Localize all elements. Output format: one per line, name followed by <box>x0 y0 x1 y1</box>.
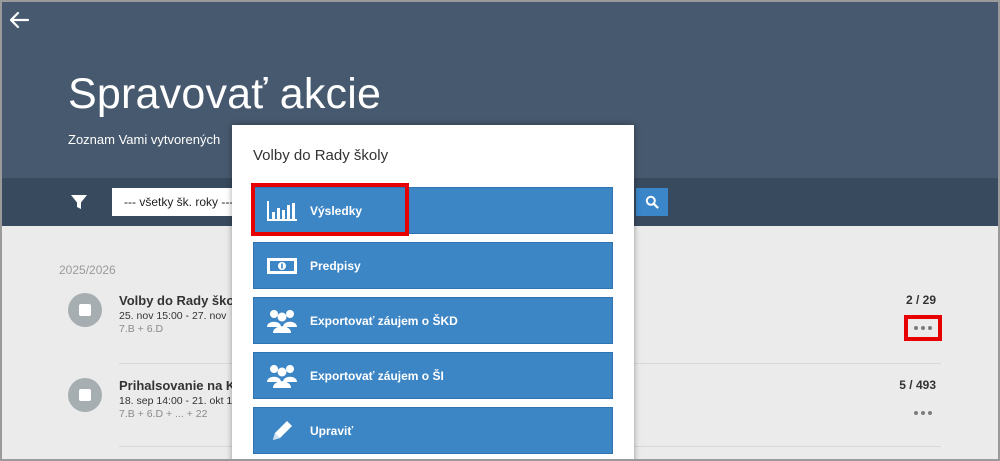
stop-icon <box>68 293 102 327</box>
export-skd-button[interactable]: Exportovať záujem o ŠKD <box>253 297 613 344</box>
event-name: Prihalsovanie na K <box>119 378 236 393</box>
action-menu-popup: Volby do Rady školy Výsledky Predpisy Ex… <box>232 125 634 459</box>
year-heading: 2025/2026 <box>59 263 116 277</box>
more-options-button[interactable] <box>906 402 940 424</box>
edit-button[interactable]: Upraviť <box>253 407 613 454</box>
school-year-select[interactable]: --- všetky šk. roky --- <box>112 188 244 216</box>
search-button[interactable] <box>636 188 668 216</box>
event-name: Volby do Rady ško <box>119 293 235 308</box>
event-count: 5 / 493 <box>899 378 936 392</box>
export-si-label: Exportovať záujem o ŠI <box>310 368 444 383</box>
banknote-icon <box>254 243 310 288</box>
users-icon <box>254 353 310 398</box>
filter-icon[interactable] <box>70 193 88 211</box>
event-classes: 7.B + 6.D <box>119 323 164 335</box>
search-icon <box>645 195 659 209</box>
regulations-label: Predpisy <box>310 258 361 273</box>
event-date: 25. nov 15:00 - 27. nov <box>119 310 227 322</box>
bar-chart-icon <box>254 188 310 233</box>
stop-icon <box>68 378 102 412</box>
event-date: 18. sep 14:00 - 21. okt 1 <box>119 395 233 407</box>
pencil-icon <box>254 408 310 453</box>
back-arrow-icon[interactable] <box>8 10 30 30</box>
app-window: Spravovať akcie Zoznam Vami vytvorených … <box>0 0 1000 461</box>
event-classes: 7.B + 6.D + ... + 22 <box>119 408 208 420</box>
page-subtitle: Zoznam Vami vytvorených <box>68 132 221 147</box>
export-si-button[interactable]: Exportovať záujem o ŠI <box>253 352 613 399</box>
page-title: Spravovať akcie <box>68 70 382 118</box>
users-icon <box>254 298 310 343</box>
results-button[interactable]: Výsledky <box>253 187 613 234</box>
export-skd-label: Exportovať záujem o ŠKD <box>310 313 458 328</box>
edit-label: Upraviť <box>310 423 354 438</box>
more-options-button[interactable] <box>904 315 942 341</box>
event-count: 2 / 29 <box>905 293 936 307</box>
regulations-button[interactable]: Predpisy <box>253 242 613 289</box>
popup-title: Volby do Rady školy <box>253 147 389 164</box>
results-label: Výsledky <box>310 203 363 218</box>
